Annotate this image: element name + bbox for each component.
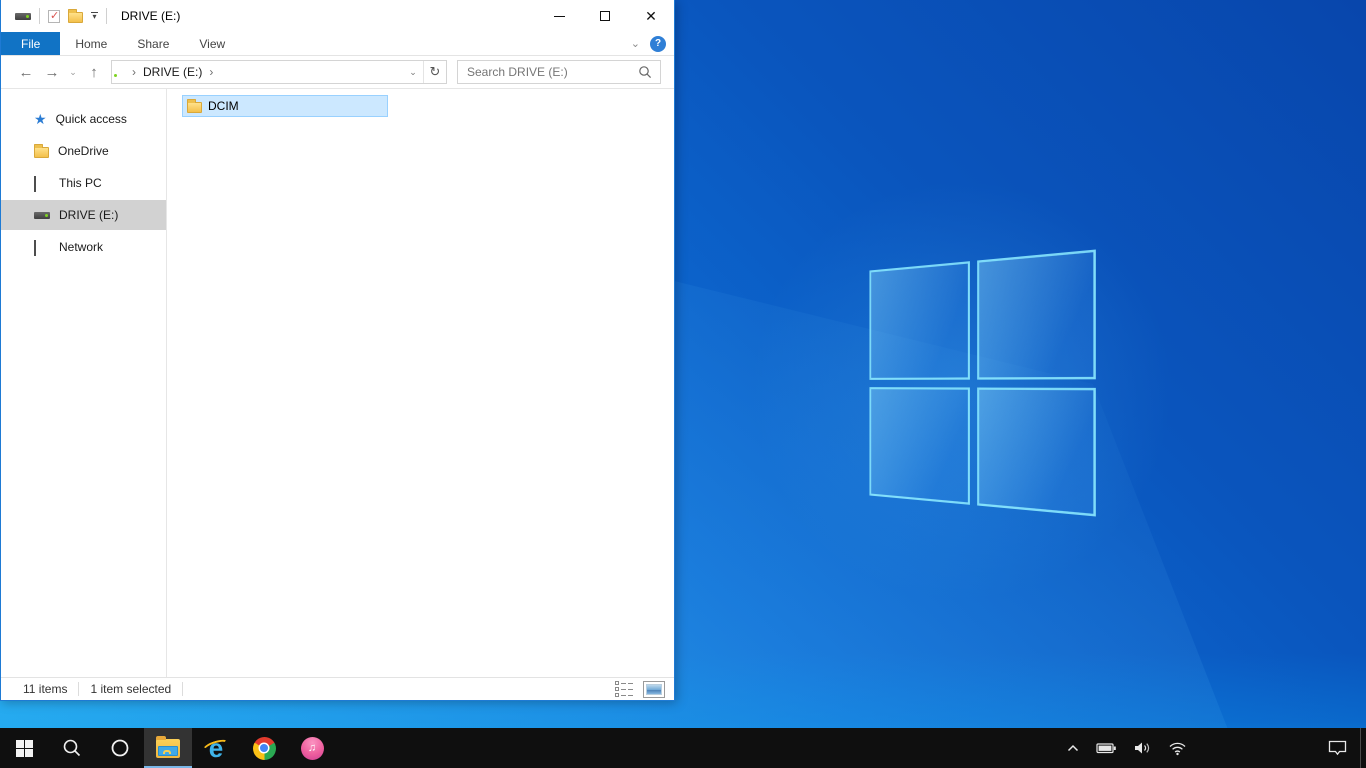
sidebar-item-quick-access[interactable]: ★ Quick access bbox=[1, 104, 166, 134]
drive-icon bbox=[15, 12, 31, 20]
windows-logo-pane bbox=[976, 249, 1096, 380]
status-bar: 11 items 1 item selected bbox=[1, 677, 674, 700]
tab-view[interactable]: View bbox=[184, 32, 240, 55]
cortana-button[interactable] bbox=[96, 728, 144, 768]
navigation-pane: ★ Quick access OneDrive This PC DRIVE (E… bbox=[1, 89, 167, 677]
system-tray bbox=[1058, 728, 1195, 768]
cortana-icon bbox=[111, 739, 129, 757]
file-explorer-icon bbox=[156, 735, 180, 758]
taskbar-itunes-button[interactable]: ♫ bbox=[288, 728, 336, 768]
address-dropdown-button[interactable]: ⌄ bbox=[403, 67, 423, 78]
minimize-button[interactable] bbox=[536, 0, 582, 32]
sidebar-item-drive-e[interactable]: DRIVE (E:) bbox=[1, 200, 166, 230]
taskbar-file-explorer-button[interactable] bbox=[144, 728, 192, 768]
navigation-bar: ← → ⌄ ↑ › DRIVE (E:) › ⌄ ↻ bbox=[1, 56, 674, 89]
chrome-icon bbox=[252, 736, 276, 760]
taskbar-search-button[interactable] bbox=[48, 728, 96, 768]
thumbnails-view-button[interactable] bbox=[643, 680, 665, 698]
recent-locations-dropdown[interactable]: ⌄ bbox=[65, 67, 81, 78]
forward-button[interactable]: → bbox=[39, 64, 65, 81]
back-button[interactable]: ← bbox=[13, 64, 39, 81]
close-icon: ✕ bbox=[645, 8, 657, 24]
battery-icon bbox=[1096, 743, 1116, 754]
maximize-icon bbox=[600, 11, 610, 21]
breadcrumb-chevron[interactable]: › bbox=[125, 65, 143, 79]
windows-logo bbox=[848, 249, 1098, 517]
file-list-area[interactable]: DCIM bbox=[167, 89, 674, 677]
start-button[interactable] bbox=[0, 728, 48, 768]
folder-icon bbox=[34, 144, 49, 158]
search-icon bbox=[638, 65, 652, 79]
selection-status: 1 item selected bbox=[90, 682, 172, 696]
chevron-down-icon: ▾ bbox=[92, 12, 97, 21]
sidebar-item-onedrive[interactable]: OneDrive bbox=[1, 136, 166, 166]
search-box bbox=[457, 60, 661, 84]
tab-file[interactable]: File bbox=[1, 32, 61, 55]
separator bbox=[182, 682, 184, 696]
volume-indicator[interactable] bbox=[1125, 740, 1160, 756]
windows-start-icon bbox=[15, 739, 33, 757]
customize-qat-dropdown[interactable]: ▾ bbox=[91, 12, 98, 21]
quick-access-toolbar: ✓ ▾ DRIVE (E:) bbox=[1, 8, 180, 24]
show-desktop-button[interactable] bbox=[1360, 728, 1366, 768]
thumbnail-icon bbox=[646, 683, 662, 695]
refresh-button[interactable]: ↻ bbox=[424, 64, 446, 80]
help-button[interactable]: ? bbox=[650, 35, 666, 52]
volume-icon bbox=[1135, 742, 1150, 754]
itunes-icon: ♫ bbox=[300, 736, 324, 760]
close-button[interactable]: ✕ bbox=[628, 0, 674, 32]
breadcrumb-drive[interactable]: DRIVE (E:) bbox=[143, 65, 202, 79]
address-bar[interactable]: › DRIVE (E:) › ⌄ ↻ bbox=[111, 60, 447, 84]
action-center-button[interactable] bbox=[1315, 728, 1360, 768]
separator bbox=[39, 8, 40, 24]
breadcrumb-chevron[interactable]: › bbox=[202, 65, 220, 79]
wifi-indicator[interactable] bbox=[1160, 740, 1195, 756]
properties-icon[interactable]: ✓ bbox=[48, 9, 60, 23]
tab-home[interactable]: Home bbox=[60, 32, 122, 55]
file-explorer-window: ✓ ▾ DRIVE (E:) ✕ File Home Share View ⌄ bbox=[0, 0, 675, 701]
windows-logo-pane bbox=[976, 386, 1096, 517]
show-hidden-icons-button[interactable] bbox=[1058, 742, 1088, 754]
maximize-button[interactable] bbox=[582, 0, 628, 32]
wifi-icon bbox=[1169, 742, 1186, 756]
taskbar-chrome-button[interactable] bbox=[240, 728, 288, 768]
windows-logo-pane bbox=[869, 261, 970, 380]
item-count: 11 items bbox=[23, 682, 68, 696]
taskbar-internet-explorer-button[interactable]: e bbox=[192, 728, 240, 768]
separator bbox=[78, 682, 80, 696]
window-title: DRIVE (E:) bbox=[121, 9, 181, 23]
collapse-ribbon-button[interactable]: ⌄ bbox=[631, 37, 640, 50]
search-icon bbox=[63, 739, 81, 757]
taskbar: e ♫ bbox=[0, 728, 1366, 768]
title-bar[interactable]: ✓ ▾ DRIVE (E:) ✕ bbox=[1, 0, 674, 32]
screen: ✓ ▾ DRIVE (E:) ✕ File Home Share View ⌄ bbox=[0, 0, 1366, 768]
chevron-up-icon bbox=[1067, 744, 1079, 752]
folder-icon bbox=[187, 98, 202, 113]
tab-share[interactable]: Share bbox=[122, 32, 184, 55]
quick-access-icon: ★ bbox=[34, 111, 47, 127]
details-view-button[interactable] bbox=[613, 679, 635, 699]
up-button[interactable]: ↑ bbox=[81, 64, 107, 81]
file-item-dcim[interactable]: DCIM bbox=[182, 95, 388, 117]
caption-buttons: ✕ bbox=[536, 0, 674, 32]
computer-icon bbox=[34, 175, 50, 192]
separator bbox=[106, 8, 107, 24]
search-input[interactable] bbox=[458, 65, 638, 79]
ribbon-tab-row: File Home Share View ⌄ ? bbox=[1, 32, 674, 56]
windows-logo-pane bbox=[869, 386, 970, 505]
internet-explorer-icon: e bbox=[200, 735, 232, 761]
sidebar-item-network[interactable]: Network bbox=[1, 232, 166, 262]
notifications-icon bbox=[1328, 740, 1347, 756]
network-icon bbox=[34, 239, 50, 256]
battery-indicator[interactable] bbox=[1088, 740, 1125, 756]
new-folder-icon[interactable] bbox=[68, 9, 83, 23]
minimize-icon bbox=[553, 15, 565, 17]
hard-drive-icon bbox=[34, 211, 50, 219]
sidebar-item-this-pc[interactable]: This PC bbox=[1, 168, 166, 198]
